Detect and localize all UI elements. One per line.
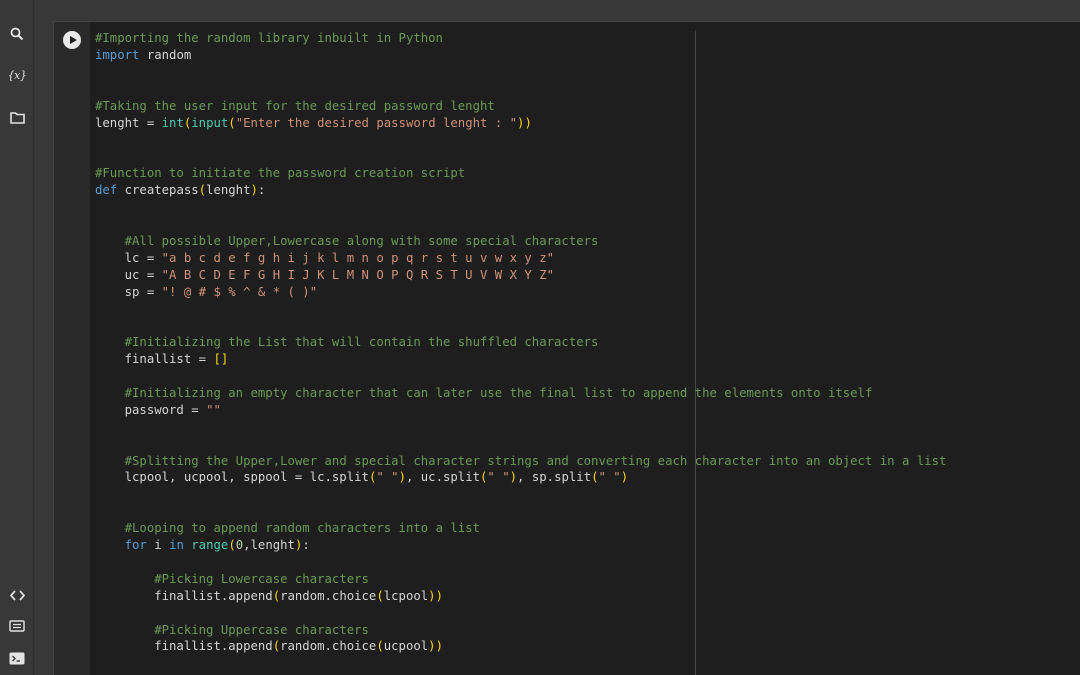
code-line[interactable]: finallist.append(random.choice(ucpool)) [95,638,443,655]
code-line[interactable]: #Looping to append random characters int… [95,520,480,537]
code-line[interactable]: finallist = [] [95,351,229,368]
code-line[interactable]: #Function to initiate the password creat… [95,165,465,182]
cell-gutter [54,22,90,675]
command-palette-icon[interactable] [7,616,27,636]
code-line[interactable]: #Picking Lowercase characters [95,571,369,588]
code-line[interactable]: #Initializing an empty character that ca… [95,385,873,402]
terminal-icon[interactable] [7,648,27,668]
code-line[interactable]: password = "" [95,402,221,419]
play-icon [69,36,77,44]
notebook-area: #Importing the random library inbuilt in… [35,0,1080,675]
search-icon[interactable] [7,24,27,44]
code-line[interactable]: import random [95,47,191,64]
column-ruler [695,31,696,675]
code-line[interactable]: #Splitting the Upper,Lower and special c… [95,453,947,470]
run-cell-button[interactable] [63,31,81,49]
code-line[interactable]: uc = "A B C D E F G H I J K L M N O P Q … [95,267,554,284]
code-line[interactable]: #Taking the user input for the desired p… [95,98,495,115]
code-line[interactable]: #Picking Uppercase characters [95,622,369,639]
folder-icon[interactable] [7,107,27,127]
code-snippets-icon[interactable] [7,585,27,605]
code-line[interactable]: for i in range(0,lenght): [95,537,310,554]
code-line[interactable]: #Initializing the List that will contain… [95,334,599,351]
code-line[interactable]: lenght = int(input("Enter the desired pa… [95,115,532,132]
code-line[interactable]: #Importing the random library inbuilt in… [95,30,443,47]
code-line[interactable]: #All possible Upper,Lowercase along with… [95,233,599,250]
code-line[interactable]: def createpass(lenght): [95,182,265,199]
code-line[interactable]: lc = "a b c d e f g h i j k l m n o p q … [95,250,554,267]
code-line[interactable]: lcpool, ucpool, sppool = lc.split(" "), … [95,469,629,486]
code-line[interactable]: sp = "! @ # $ % ^ & * ( )" [95,284,318,301]
code-line[interactable]: finallist.append(random.choice(lcpool)) [95,588,443,605]
variables-icon[interactable]: {x} [7,65,27,85]
code-cell[interactable]: #Importing the random library inbuilt in… [53,21,1080,675]
colab-notebook-window: {x} #Importing the random library inbuil… [0,0,1080,675]
left-sidebar: {x} [0,0,34,675]
